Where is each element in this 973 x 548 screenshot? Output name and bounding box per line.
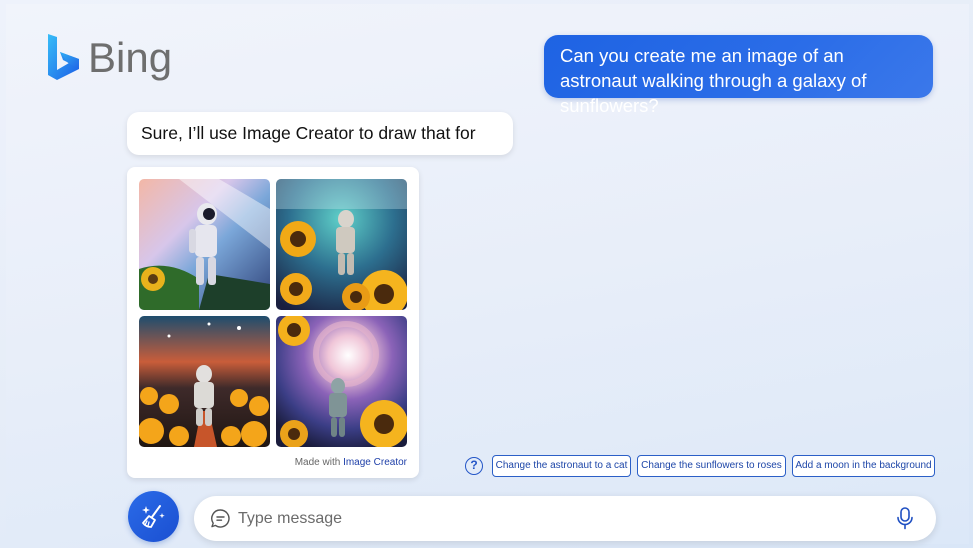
generated-image-3[interactable] <box>139 316 270 447</box>
message-composer <box>194 496 936 541</box>
generated-image-1[interactable] <box>139 179 270 310</box>
attribution: Made with Image Creator <box>295 457 407 468</box>
generated-image-4[interactable] <box>276 316 407 447</box>
generated-image-2[interactable] <box>276 179 407 310</box>
bing-logo: Bing <box>46 32 172 82</box>
user-message-bubble: Can you create me an image of an astrona… <box>544 35 933 116</box>
attribution-prefix: Made with <box>294 457 341 468</box>
brand-name: Bing <box>88 34 173 81</box>
help-icon[interactable]: ? <box>465 457 483 475</box>
chat-window: Bing Can you create me an image of an as… <box>6 4 969 544</box>
message-input[interactable] <box>238 504 878 533</box>
chat-bubble-icon <box>211 509 230 528</box>
suggestion-chip[interactable]: Change the sunflowers to roses <box>637 455 786 477</box>
bot-message-bubble: Sure, I’ll use Image Creator to draw tha… <box>127 112 513 186</box>
suggestion-chip[interactable]: Change the astronaut to a cat <box>492 455 631 477</box>
broom-sparkle-icon <box>142 505 165 528</box>
image-results-card: Made with Image Creator <box>127 167 419 478</box>
suggestion-chip[interactable]: Add a moon in the background <box>792 455 935 477</box>
image-creator-link[interactable]: Image Creator <box>343 457 407 468</box>
microphone-icon[interactable] <box>895 507 915 530</box>
new-topic-button[interactable] <box>128 491 179 542</box>
bing-b-logo-icon <box>48 34 79 80</box>
